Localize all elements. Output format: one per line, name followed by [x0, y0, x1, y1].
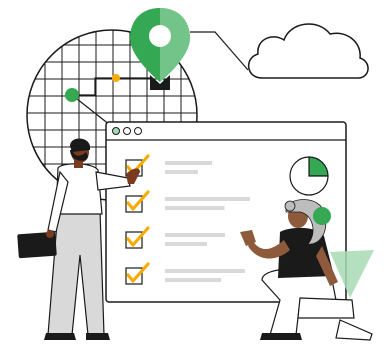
- text-placeholder-line: [165, 278, 221, 282]
- text-placeholder-line: [165, 206, 225, 210]
- window-dot: [134, 127, 142, 135]
- globe-node-green: [65, 88, 79, 102]
- green-accent-circle: [313, 207, 331, 225]
- window-dot: [123, 127, 131, 135]
- text-placeholder-line: [165, 233, 225, 237]
- globe-node-yellow: [112, 74, 120, 82]
- text-placeholder-line: [165, 242, 207, 246]
- text-placeholder-line: [165, 161, 212, 165]
- illustration-scene: [17, 8, 374, 341]
- pie-chart-icon: [289, 156, 329, 196]
- text-placeholder-line: [165, 269, 245, 273]
- text-placeholder-line: [165, 170, 198, 174]
- text-placeholder-line: [165, 197, 250, 201]
- window-dot-green: [112, 127, 120, 135]
- cloud-icon: [248, 23, 369, 79]
